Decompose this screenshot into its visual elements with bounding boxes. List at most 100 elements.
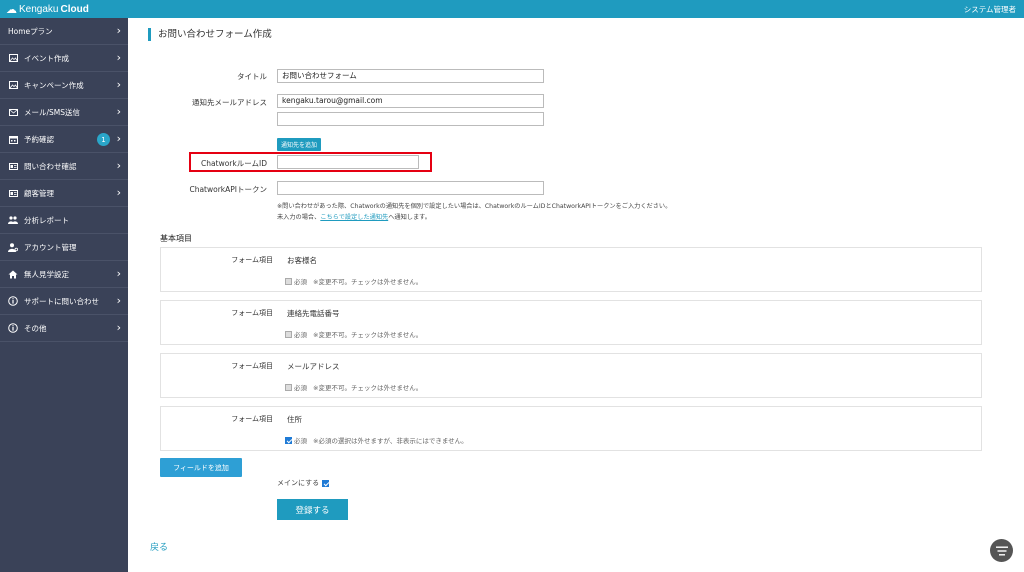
logo-text-left: Kengaku [19, 4, 59, 15]
sidebar-item-label: その他 [24, 323, 47, 333]
image-icon [8, 54, 18, 63]
required-row: 必須 ※変更不可。チェックは外せません。 [285, 276, 422, 286]
email-input-1[interactable]: kengaku.tarou@gmail.com [277, 94, 544, 108]
add-recipient-button[interactable]: 通知先を追加 [277, 138, 322, 151]
chevron-right-icon: › [116, 105, 121, 118]
required-row: 必須 ※変更不可。チェックは外せません。 [285, 382, 422, 392]
info-icon [8, 323, 18, 333]
sidebar-item-customer[interactable]: 顧客管理 › [0, 180, 128, 207]
add-field-button[interactable]: フィールドを追加 [160, 458, 242, 477]
title-label: タイトル [237, 72, 267, 81]
sidebar-item-label: 予約確認 [24, 134, 54, 144]
form-item-card: フォーム項目 メールアドレス 必須 ※変更不可。チェックは外せません。 [160, 353, 982, 398]
image-icon [8, 81, 18, 90]
sidebar-item-label: アカウント管理 [24, 242, 77, 252]
email-input-2[interactable] [277, 112, 544, 126]
chevron-right-icon: › [116, 51, 121, 64]
notification-settings-link[interactable]: こちらで設定した通知先 [320, 214, 388, 221]
sidebar-item-event-create[interactable]: イベント作成 › [0, 45, 128, 72]
chatwork-room-label: ChatworkルームID [201, 159, 267, 168]
sidebar-item-label: 分析レポート [24, 215, 69, 225]
sidebar-item-mail-sms[interactable]: メール/SMS送信 › [0, 99, 128, 126]
sidebar-item-reservation[interactable]: 予約確認 1 › [0, 126, 128, 153]
required-checkbox[interactable] [285, 436, 292, 444]
logo[interactable]: ☁ Kengaku Cloud [6, 3, 89, 16]
required-row: 必須 ※変更不可。チェックは外せません。 [285, 329, 422, 339]
sidebar-item-campaign-create[interactable]: キャンペーン作成 › [0, 72, 128, 99]
required-note: ※変更不可。チェックは外せません。 [313, 278, 423, 286]
menu-lines-icon [995, 546, 1008, 555]
required-checkbox [285, 277, 292, 285]
sidebar-item-label: サポートに問い合わせ [24, 296, 99, 306]
form-item-label: フォーム項目 [231, 415, 273, 423]
sidebar-item-label: イベント作成 [24, 53, 69, 63]
sidebar-item-label: 顧客管理 [24, 188, 54, 198]
home-icon [8, 270, 18, 279]
required-label: 必須 [294, 331, 307, 339]
cloud-icon: ☁ [6, 3, 17, 16]
chevron-right-icon: › [116, 159, 121, 172]
chevron-right-icon: › [116, 78, 121, 91]
form-item-card: フォーム項目 住所 必須 ※必須の選択は外せますが、非表示にはできません。 [160, 406, 982, 451]
sidebar-item-label: メール/SMS送信 [24, 107, 81, 117]
required-label: 必須 [294, 384, 307, 392]
form-item-name: 住所 [287, 415, 302, 424]
main-checkbox[interactable] [322, 479, 330, 487]
top-bar: ☁ Kengaku Cloud システム管理者 [0, 0, 1024, 18]
user-menu[interactable]: システム管理者 [964, 4, 1016, 15]
user-cog-icon [8, 242, 18, 252]
required-checkbox [285, 330, 292, 338]
sidebar-item-unmanned-tour[interactable]: 無人見学設定 › [0, 261, 128, 288]
email-label: 通知先メールアドレス [192, 98, 267, 107]
page-title: お問い合わせフォーム作成 [148, 28, 272, 41]
sidebar-item-label: Homeプラン [8, 26, 53, 36]
note-prefix: 未入力の場合、 [277, 214, 321, 221]
required-note: ※変更不可。チェックは外せません。 [313, 384, 423, 392]
chevron-right-icon: › [116, 186, 121, 199]
floating-menu-button[interactable] [990, 539, 1013, 562]
required-label: 必須 [294, 278, 307, 286]
main-toggle-row: メインにする [277, 478, 331, 488]
chevron-right-icon: › [116, 294, 121, 307]
sidebar-item-label: キャンペーン作成 [24, 80, 84, 90]
chatwork-token-label: ChatworkAPIトークン [189, 185, 267, 194]
note-suffix: へ通知します。 [388, 214, 431, 221]
form-item-name: メールアドレス [287, 362, 340, 371]
chatwork-note: ※問い合わせがあった際、Chatworkの通知先を個別で設定したい場合は、Cha… [277, 201, 877, 223]
sidebar-item-label: 問い合わせ確認 [24, 161, 77, 171]
chevron-right-icon: › [116, 24, 121, 37]
sidebar-item-inquiry[interactable]: 問い合わせ確認 › [0, 153, 128, 180]
note-line-1: ※問い合わせがあった際、Chatworkの通知先を個別で設定したい場合は、Cha… [277, 203, 672, 210]
title-input[interactable]: お問い合わせフォーム [277, 69, 544, 83]
sidebar-item-analytics[interactable]: 分析レポート [0, 207, 128, 234]
sidebar-item-support[interactable]: サポートに問い合わせ › [0, 288, 128, 315]
back-link[interactable]: 戻る [150, 540, 168, 553]
chevron-right-icon: › [116, 321, 121, 334]
envelope-icon [8, 108, 18, 117]
chevron-right-icon: › [116, 132, 121, 145]
form-item-label: フォーム項目 [231, 256, 273, 264]
id-card-icon [8, 162, 18, 171]
sidebar: Homeプラン › イベント作成 › キャンペーン作成 › メール/SMS送信 … [0, 18, 128, 572]
logo-text-right: Cloud [60, 4, 89, 15]
sidebar-item-home-plan[interactable]: Homeプラン › [0, 18, 128, 45]
note-line-2: 未入力の場合、こちらで設定した通知先へ通知します。 [277, 212, 877, 223]
notification-badge: 1 [97, 133, 110, 146]
form-item-card: フォーム項目 お客様名 必須 ※変更不可。チェックは外せません。 [160, 247, 982, 292]
chatwork-token-input[interactable] [277, 181, 544, 195]
chatwork-room-input[interactable] [277, 155, 419, 169]
basic-items-title: 基本項目 [160, 234, 192, 243]
sidebar-item-label: 無人見学設定 [24, 269, 69, 279]
calendar-icon [8, 135, 18, 144]
main-label: メインにする [277, 479, 320, 487]
form-item-name: 連絡先電話番号 [287, 309, 340, 318]
form-item-label: フォーム項目 [231, 309, 273, 317]
id-card-icon [8, 189, 18, 198]
chevron-right-icon: › [116, 267, 121, 280]
users-icon [8, 216, 18, 225]
sidebar-item-other[interactable]: その他 › [0, 315, 128, 342]
form-item-card: フォーム項目 連絡先電話番号 必須 ※変更不可。チェックは外せません。 [160, 300, 982, 345]
info-icon [8, 296, 18, 306]
sidebar-item-account[interactable]: アカウント管理 [0, 234, 128, 261]
register-button[interactable]: 登録する [277, 499, 348, 520]
